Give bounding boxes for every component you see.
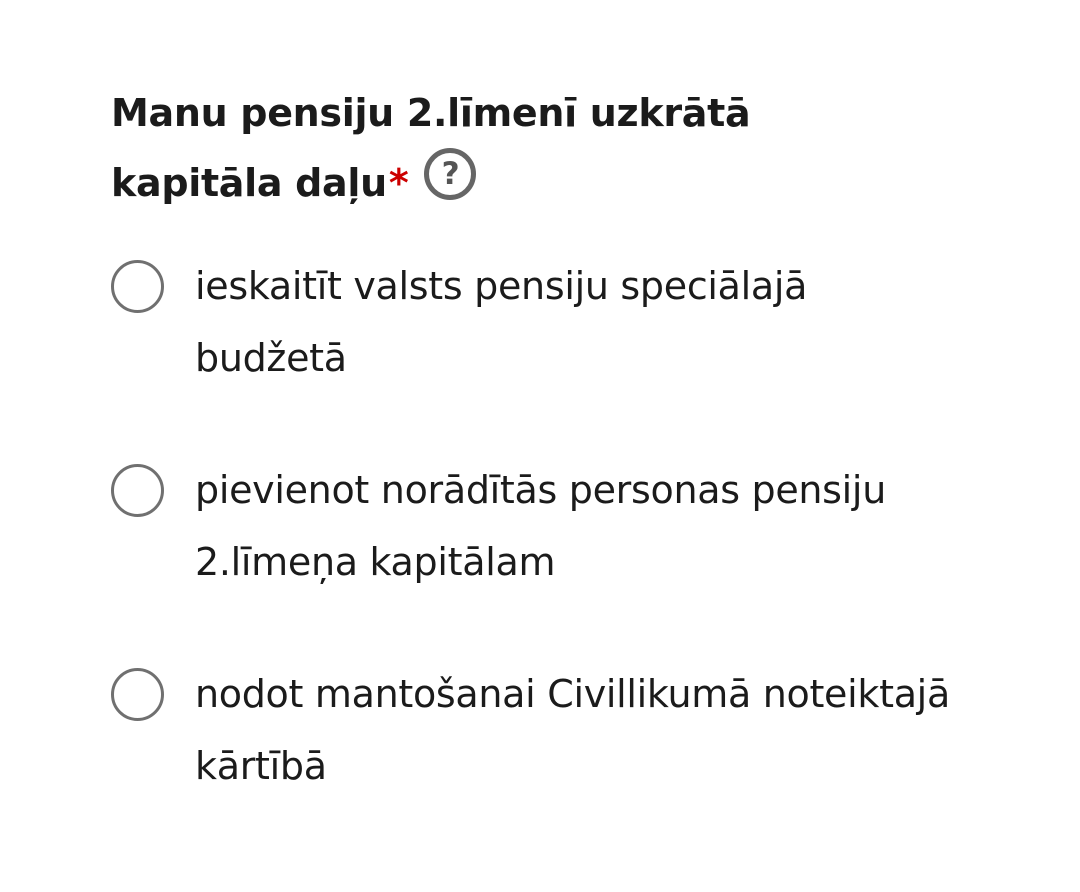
- radio-option-inheritance[interactable]: nodot mantošanai Civillikumā noteiktajā …: [111, 658, 991, 862]
- radio-button[interactable]: [111, 668, 164, 721]
- radio-option-state-budget[interactable]: ieskaitīt valsts pensiju speciālajā budž…: [111, 250, 991, 454]
- question-label: Manu pensiju 2.līmenī uzkrātā kapitāla d…: [111, 78, 911, 218]
- radio-option-label[interactable]: nodot mantošanai Civillikumā noteiktajā …: [195, 658, 955, 802]
- radio-option-add-to-person[interactable]: pievienot norādītās personas pensiju 2.l…: [111, 454, 991, 658]
- radio-option-label[interactable]: ieskaitīt valsts pensiju speciālajā budž…: [195, 250, 955, 394]
- required-marker: *: [388, 161, 409, 205]
- radio-option-label[interactable]: pievienot norādītās personas pensiju 2.l…: [195, 454, 955, 598]
- radio-button[interactable]: [111, 464, 164, 517]
- help-icon[interactable]: ?: [424, 147, 477, 200]
- radio-group: ieskaitīt valsts pensiju speciālajā budž…: [111, 250, 991, 862]
- radio-button[interactable]: [111, 260, 164, 313]
